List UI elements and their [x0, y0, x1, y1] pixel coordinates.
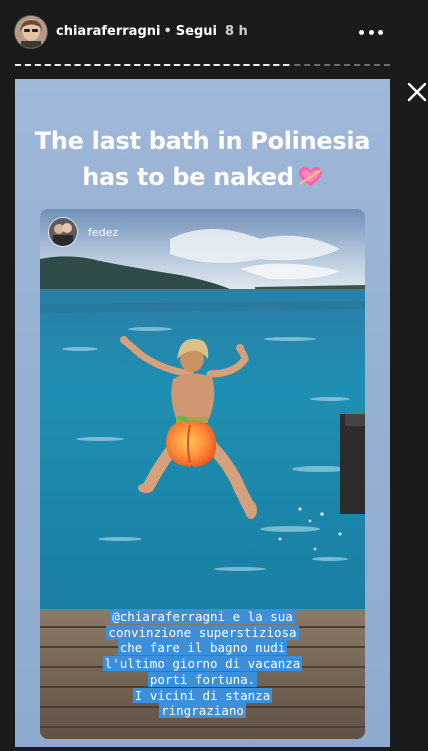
story-frame[interactable]: The last bath in Polinesia has to be nak…	[15, 79, 390, 747]
caption-line: @chiaraferragni e la sua	[110, 609, 295, 624]
story-title: The last bath in Polinesia has to be nak…	[15, 123, 390, 195]
separator: •	[163, 24, 172, 39]
dot-icon	[378, 29, 383, 35]
heart-with-arrow-icon	[298, 162, 323, 186]
caption-line: I vicini di stanza	[132, 687, 273, 703]
username-link[interactable]: chiaraferragni	[56, 24, 160, 39]
story-progress-fill	[15, 64, 289, 66]
post-author[interactable]: fedez	[48, 217, 118, 247]
dot-icon	[368, 29, 374, 35]
story-header: chiaraferragni • Segui 8 h	[0, 0, 428, 62]
more-options-icon[interactable]	[356, 22, 386, 42]
story-title-line1: The last bath in Polinesia	[34, 127, 371, 155]
post-caption: @chiaraferragni e la sua convinzione sup…	[40, 609, 365, 719]
caption-line: che fare il bagno nudi	[117, 640, 288, 656]
embedded-post[interactable]: fedez @chiaraferragni e la sua convinzio…	[40, 209, 365, 739]
caption-line: l'ultimo giorno di vacanza	[102, 656, 303, 672]
story-title-line2: has to be naked	[82, 163, 294, 191]
header-text: chiaraferragni • Segui 8 h	[56, 24, 248, 40]
caption-line: ringraziano	[159, 703, 246, 719]
caption-line: porti fortuna.	[147, 671, 258, 687]
timestamp: 8 h	[224, 24, 248, 39]
caption-line: convinzione superstiziosa	[106, 624, 299, 640]
avatar[interactable]	[15, 16, 47, 48]
follow-button[interactable]: Segui	[176, 24, 217, 39]
dot-icon	[359, 29, 364, 35]
post-author-avatar[interactable]	[48, 217, 78, 247]
close-icon[interactable]	[405, 80, 428, 104]
post-author-name: fedez	[88, 225, 119, 239]
